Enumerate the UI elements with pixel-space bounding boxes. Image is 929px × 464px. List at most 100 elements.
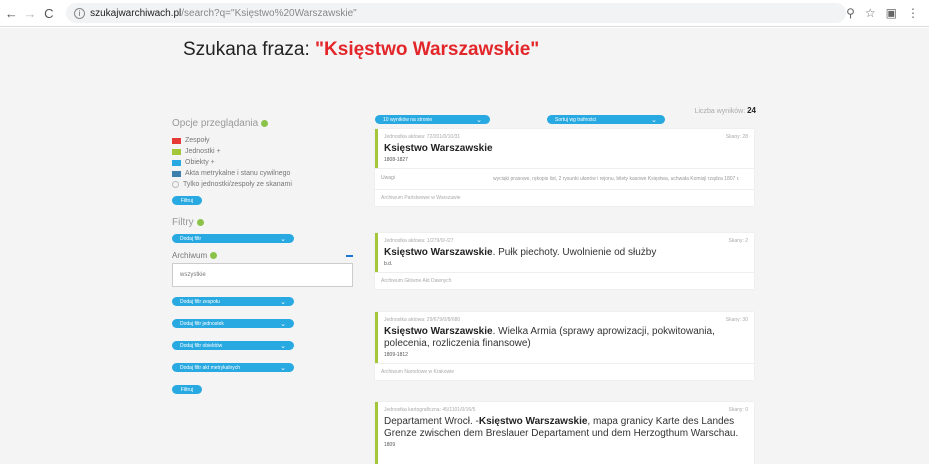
result-title-pre: Departament Wrocł. - [384, 416, 479, 427]
result-title-bold: Księstwo Warszawskie [384, 326, 493, 337]
result-card[interactable]: Jednostka aktowa: 1/279/0/-/27 Skany: 2 … [375, 233, 754, 289]
filters-title: Filtry [172, 217, 352, 228]
forward-button[interactable]: → [23, 6, 38, 21]
per-page-label: 10 wyników na stronie [383, 116, 433, 123]
add-filter-units-label: Dodaj filtr jednostek [180, 320, 224, 327]
results-count: Liczba wyników: 24 [695, 106, 756, 115]
chevron-down-icon: ⌄ [476, 116, 482, 124]
result-dates: 1808-1827 [384, 157, 408, 163]
result-title[interactable]: Departament Wrocł. -Księstwo Warszawskie… [384, 416, 748, 440]
results-count-value: 24 [747, 106, 756, 115]
page-content: Szukana fraza: "Księstwo Warszawskie" Li… [0, 28, 929, 464]
url-host: szukajwarchiwach.pl [90, 7, 182, 19]
filters-title-text: Filtry [172, 217, 194, 228]
result-scans: Skany: 28 [725, 134, 748, 140]
scans-only-option[interactable]: Tylko jednostki/zespoły ze skanami [172, 179, 352, 190]
filter-button-bottom[interactable]: Filtruj [172, 385, 202, 394]
legend-label: Jednostki + [185, 148, 221, 155]
result-card[interactable]: Jednostka aktowa: 29/679/0/8/680 Skany: … [375, 312, 754, 380]
sort-label: Sortuj wg trafności [555, 116, 597, 123]
extension-icon[interactable]: ▣ [886, 6, 897, 20]
result-header: Jednostka aktowa: 1/279/0/-/27 Skany: 2 … [375, 233, 754, 272]
legend-item-series[interactable]: Zespoły [172, 135, 352, 146]
add-filter-registers-dropdown[interactable]: Dodaj filtr akt metrykalnych ⌄ [172, 363, 294, 372]
back-button[interactable]: ← [4, 6, 19, 21]
darkblue-swatch-icon [172, 170, 181, 177]
scans-only-label: Tylko jednostki/zespoły ze skanami [183, 181, 292, 188]
address-bar[interactable]: i szukajwarchiwach.pl/search?q="Księstwo… [66, 3, 847, 23]
per-page-dropdown[interactable]: 10 wyników na stronie ⌄ [375, 115, 490, 124]
add-filter-registers-label: Dodaj filtr akt metrykalnych [180, 364, 241, 371]
search-phrase: "Księstwo Warszawskie" [315, 39, 540, 60]
results-count-label: Liczba wyników: [694, 108, 746, 115]
result-header: Jednostka aktowa: 72/201/0/10/31 Skany: … [375, 129, 754, 168]
add-filter-objects-dropdown[interactable]: Dodaj filtr obiektów ⌄ [172, 341, 294, 350]
red-swatch-icon [172, 137, 181, 144]
notes-label: Uwagi [381, 175, 395, 181]
result-meta: Jednostka aktowa: 1/279/0/-/27 [384, 238, 454, 244]
remove-filter-icon[interactable] [346, 254, 353, 257]
result-title-bold: Księstwo Warszawskie [478, 416, 588, 427]
result-title-bold: Księstwo Warszawskie [384, 143, 493, 154]
add-filter-units-dropdown[interactable]: Dodaj filtr jednostek ⌄ [172, 319, 294, 328]
legend-item-objects[interactable]: Obiekty + [172, 157, 352, 168]
help-icon[interactable] [210, 252, 218, 259]
add-filter-label: Dodaj filtr [180, 235, 202, 242]
reload-button[interactable]: C [41, 6, 56, 21]
result-title[interactable]: Księstwo Warszawskie. Pułk piechoty. Uwo… [384, 247, 748, 259]
result-dates: 1809-1812 [384, 352, 408, 358]
result-meta: Jednostka kartograficzna: 45/1101/0/16/5 [384, 407, 476, 413]
legend-item-registers[interactable]: Akta metrykalne i stanu cywilnego [172, 168, 352, 179]
add-filter-series-dropdown[interactable]: Dodaj filtr zespołu ⌄ [172, 297, 294, 306]
result-scans: Skany: 2 [728, 238, 748, 244]
result-archive[interactable]: Archiwum Państwowe w Warszawie [375, 189, 754, 206]
zoom-icon[interactable]: ⚲ [846, 6, 855, 20]
chevron-down-icon: ⌄ [280, 235, 286, 243]
result-meta: Jednostka aktowa: 72/201/0/10/31 [384, 134, 461, 140]
help-icon[interactable] [196, 219, 204, 226]
archive-filter-header: Archiwum [172, 251, 353, 260]
legend-label: Zespoły [185, 137, 210, 144]
chevron-down-icon: ⌄ [280, 364, 286, 372]
result-card[interactable]: Jednostka aktowa: 72/201/0/10/31 Skany: … [375, 129, 754, 206]
browser-toolbar: ← → C i szukajwarchiwach.pl/search?q="Ks… [0, 0, 929, 27]
result-scans: Skany: 0 [728, 407, 748, 413]
chevron-down-icon: ⌄ [651, 116, 657, 124]
url-path: /search?q="Księstwo%20Warszawskie" [181, 7, 357, 19]
result-title[interactable]: Księstwo Warszawskie. Wielka Armia (spra… [384, 326, 748, 350]
result-header: Jednostka aktowa: 29/679/0/8/680 Skany: … [375, 312, 754, 363]
chevron-down-icon: ⌄ [280, 342, 286, 350]
filter-button[interactable]: Filtruj [172, 196, 202, 205]
green-swatch-icon [172, 148, 181, 155]
result-title-rest: . Pułk piechoty. Uwolnienie od służby [492, 247, 657, 258]
add-filter-objects-label: Dodaj filtr obiektów [180, 342, 223, 349]
result-title-bold: Księstwo Warszawskie [384, 247, 493, 258]
result-archive[interactable]: Archiwum Główne Akt Dawnych [375, 272, 754, 289]
menu-icon[interactable]: ⋮ [907, 6, 919, 20]
add-filter-dropdown[interactable]: Dodaj filtr ⌄ [172, 234, 294, 243]
archive-input[interactable]: wszystkie [172, 263, 353, 287]
help-icon[interactable] [261, 120, 269, 127]
star-icon[interactable]: ☆ [865, 6, 876, 20]
search-phrase-label: Szukana fraza: [183, 39, 310, 60]
result-notes: Uwagi wyciąki prasowe, rękopis list, 2 r… [375, 168, 754, 189]
result-dates: b.d. [384, 261, 393, 267]
chevron-down-icon: ⌄ [280, 320, 286, 328]
sort-dropdown[interactable]: Sortuj wg trafności ⌄ [547, 115, 665, 124]
result-dates: 1809 [384, 442, 396, 448]
legend-item-units[interactable]: Jednostki + [172, 146, 352, 157]
result-card[interactable]: Jednostka kartograficzna: 45/1101/0/16/5… [375, 402, 754, 464]
sidebar: Opcje przeglądania Zespoły Jednostki + O… [172, 118, 353, 394]
notes-text: wyciąki prasowe, rękopis list, 2 rysunki… [493, 176, 740, 182]
legend-label: Akta metrykalne i stanu cywilnego [185, 170, 291, 177]
chevron-down-icon: ⌄ [280, 298, 286, 306]
result-header: Jednostka kartograficzna: 45/1101/0/16/5… [375, 402, 754, 464]
radio-button[interactable] [172, 181, 179, 188]
result-title[interactable]: Księstwo Warszawskie [384, 143, 748, 155]
add-filter-series-label: Dodaj filtr zespołu [180, 298, 220, 305]
page-title: Szukana fraza: "Księstwo Warszawskie" [183, 39, 539, 61]
archive-label: Archiwum [172, 251, 208, 260]
info-icon[interactable]: i [74, 7, 86, 19]
options-title: Opcje przeglądania [172, 118, 352, 129]
result-archive[interactable]: Archiwum Narodowe w Krakowie [375, 363, 754, 380]
